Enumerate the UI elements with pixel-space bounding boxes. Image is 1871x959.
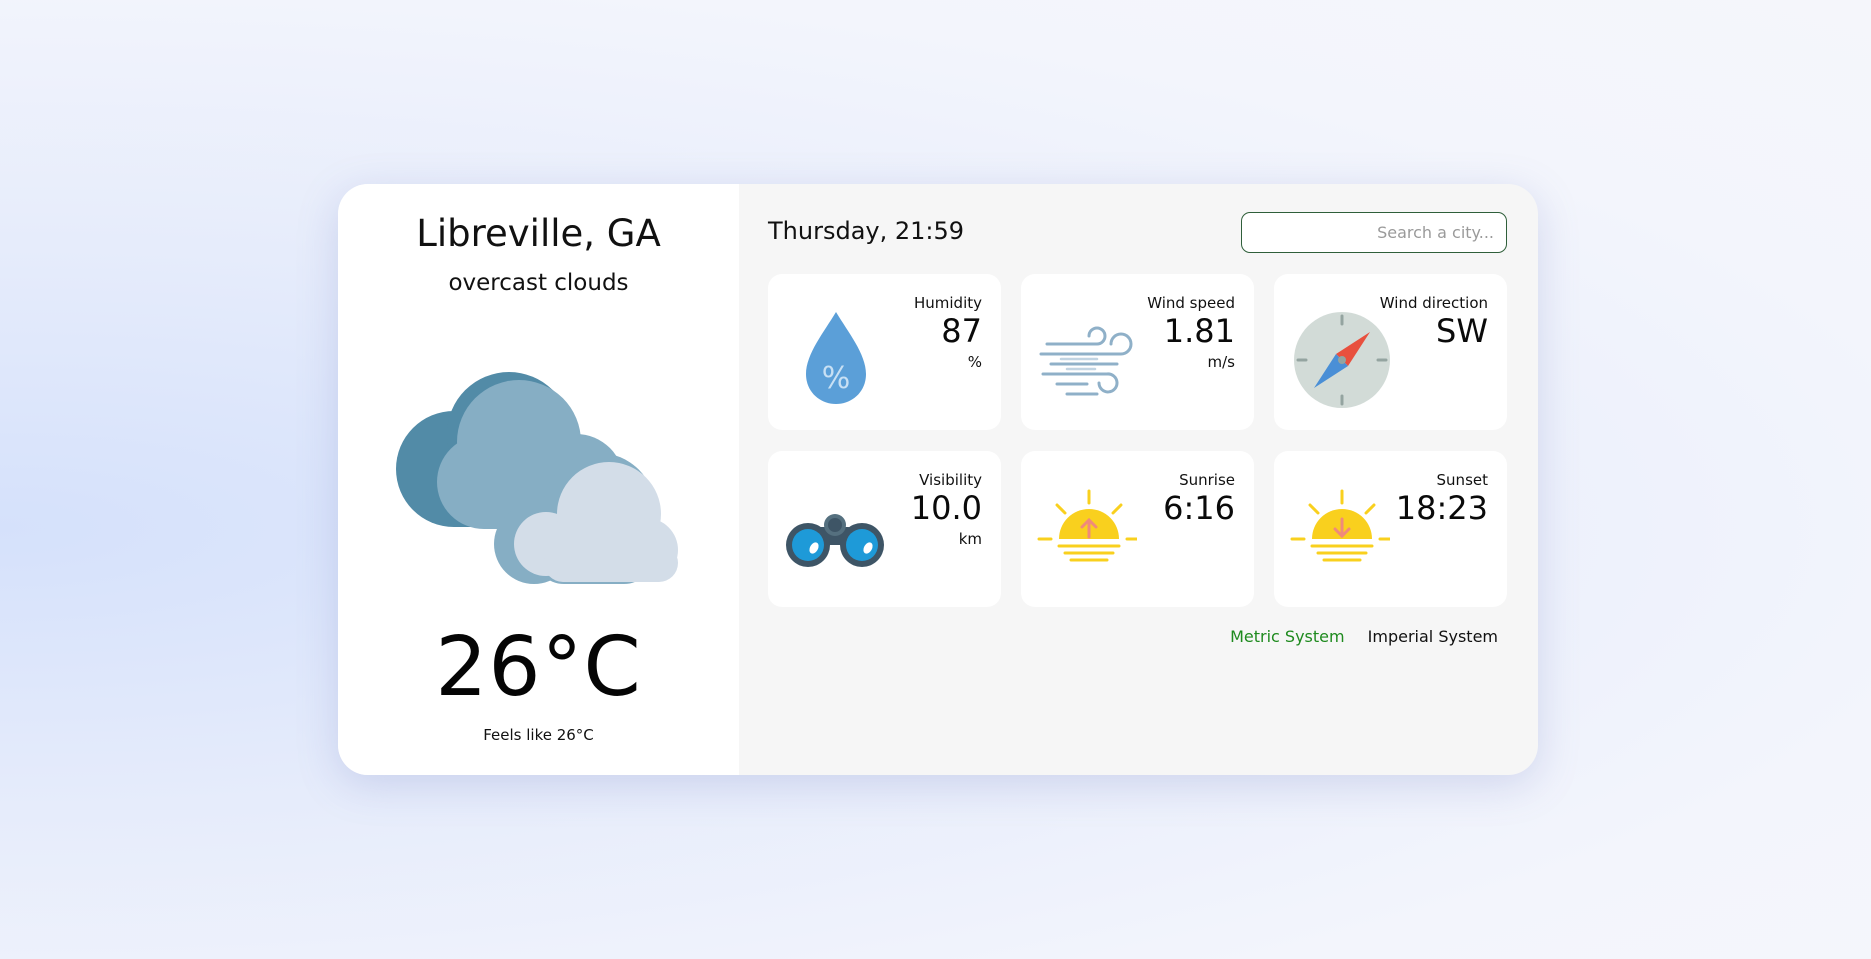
metric-system-button[interactable]: Metric System <box>1230 627 1345 646</box>
feels-like: Feels like 26°C <box>483 726 594 744</box>
wind-speed-value: 1.81 <box>1163 312 1235 350</box>
wind-direction-label: Wind direction <box>1379 294 1488 312</box>
current-temperature: 26°C <box>435 620 642 715</box>
wind-speed-label: Wind speed <box>1147 294 1235 312</box>
visibility-label: Visibility <box>919 471 982 489</box>
water-drop-icon: % <box>784 308 884 408</box>
current-datetime: Thursday, 21:59 <box>768 217 965 245</box>
sunrise-value: 6:16 <box>1163 489 1235 527</box>
sunset-label: Sunset <box>1436 471 1488 489</box>
humidity-value: 87 <box>941 312 982 350</box>
sunset-value: 18:23 <box>1395 489 1488 527</box>
sunrise-tile: Sunrise 6:16 <box>1021 451 1254 607</box>
city-search-input[interactable] <box>1241 212 1507 253</box>
visibility-tile: Visibility 10.0 km <box>768 451 1001 607</box>
wind-direction-tile: Wind direction SW <box>1274 274 1507 430</box>
sunset-icon <box>1290 485 1394 585</box>
compass-icon <box>1290 308 1390 408</box>
overcast-clouds-icon <box>384 354 694 584</box>
wind-direction-value: SW <box>1436 312 1488 350</box>
imperial-system-button[interactable]: Imperial System <box>1368 627 1498 646</box>
humidity-label: Humidity <box>913 294 982 312</box>
visibility-unit: km <box>958 530 982 548</box>
wind-icon <box>1037 308 1137 408</box>
svg-text:%: % <box>822 361 851 396</box>
sunrise-label: Sunrise <box>1179 471 1235 489</box>
visibility-value: 10.0 <box>910 489 982 527</box>
sunrise-icon <box>1037 485 1141 585</box>
humidity-unit: % <box>967 353 982 371</box>
current-weather-panel: Libreville, GA overcast clouds 26°C Feel… <box>338 184 739 775</box>
wind-speed-tile: Wind speed 1.81 m/s <box>1021 274 1254 430</box>
wind-speed-unit: m/s <box>1207 353 1235 371</box>
weather-card: Libreville, GA overcast clouds 26°C Feel… <box>338 184 1538 775</box>
weather-description: overcast clouds <box>448 270 629 296</box>
humidity-tile: % Humidity 87 % <box>768 274 1001 430</box>
binoculars-icon <box>784 485 884 585</box>
unit-toggle: Metric System Imperial System <box>1212 627 1498 646</box>
sunset-tile: Sunset 18:23 <box>1274 451 1507 607</box>
city-name: Libreville, GA <box>416 212 661 255</box>
